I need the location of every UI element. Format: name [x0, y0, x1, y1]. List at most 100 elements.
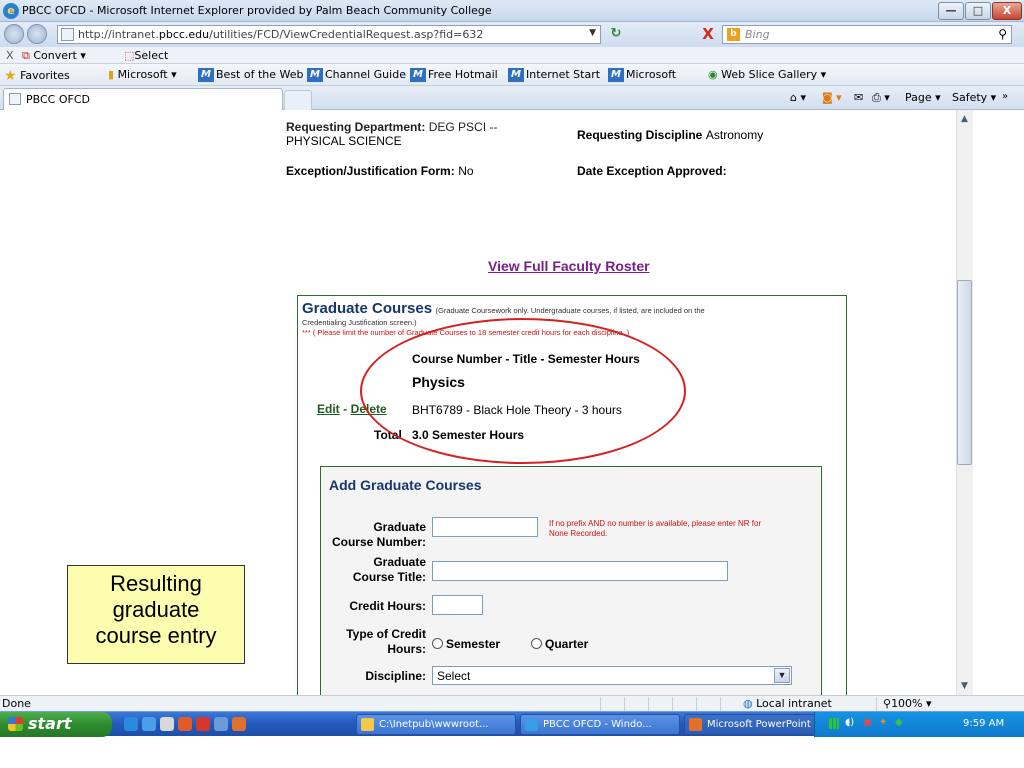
fav-best-of-web[interactable]: M Best of the Web [198, 68, 303, 82]
course-actions: Edit - Delete [317, 402, 387, 416]
course-number-input[interactable] [432, 517, 538, 537]
refresh-icon[interactable]: ↻ [606, 26, 626, 43]
status-cell [624, 697, 648, 711]
exception-form: Exception/Justification Form: No [286, 164, 474, 178]
security-icon[interactable]: ✦ [879, 717, 887, 728]
view-full-roster-link[interactable]: View Full Faculty Roster [488, 258, 650, 274]
fav-web-slice-gallery[interactable]: ◉ Web Slice Gallery ▾ [708, 68, 826, 81]
add-form-title: Add Graduate Courses [329, 477, 482, 493]
page-content: Requesting Department: DEG PSCI -- PHYSI… [0, 110, 956, 695]
print-icon[interactable]: ⎙ ▾ [872, 91, 890, 105]
search-placeholder: Bing [745, 28, 770, 41]
stop-icon[interactable]: X [698, 25, 718, 44]
requesting-department: Requesting Department: DEG PSCI -- PHYSI… [286, 120, 498, 148]
credit-hours-input[interactable] [432, 595, 483, 615]
quicklaunch-desktop-icon[interactable] [160, 717, 174, 731]
semester-radio[interactable] [432, 638, 443, 649]
back-icon[interactable] [4, 24, 24, 44]
window-title: PBCC OFCD - Microsoft Internet Explorer … [22, 4, 492, 17]
search-icon[interactable]: ⚲ [998, 27, 1007, 41]
start-button[interactable]: start [0, 712, 112, 737]
chevron-down-icon[interactable]: ▼ [774, 668, 790, 683]
mail-icon[interactable]: ✉ [854, 91, 863, 104]
taskbar-btn-explorer[interactable]: C:\Inetpub\wwwroot... [356, 714, 516, 735]
close-toolbar-icon[interactable]: X [6, 49, 14, 62]
fav-microsoft[interactable]: ▮ Microsoft ▾ [108, 68, 177, 81]
close-window-button[interactable]: X [992, 2, 1022, 20]
quicklaunch-powerpoint-icon[interactable] [232, 717, 246, 731]
powerpoint-icon [689, 718, 702, 731]
course-title-label: Graduate Course Title: [352, 555, 426, 584]
address-url[interactable]: http://intranet.pbcc.edu/utilities/FCD/V… [78, 28, 483, 41]
scroll-down-icon[interactable]: ▼ [957, 678, 972, 694]
callout-box: Resulting graduate course entry [67, 565, 245, 664]
msn-icon: M [608, 68, 624, 82]
security-zone[interactable]: ◍ Local intranet [720, 697, 854, 711]
taskbar: start C:\Inetpub\wwwroot... PBCC OFCD - … [0, 711, 1024, 768]
scroll-up-icon[interactable]: ▲ [957, 111, 972, 127]
convert-button[interactable]: ⧉ Convert ▾ [22, 49, 86, 63]
discipline-label: Discipline: [365, 669, 426, 683]
delete-link[interactable]: Delete [351, 402, 387, 416]
discipline-select[interactable]: Select ▼ [432, 666, 792, 685]
home-icon[interactable]: ⌂ ▾ [790, 91, 806, 104]
date-exception-approved: Date Exception Approved: [577, 164, 727, 178]
status-cell [672, 697, 696, 711]
more-commands-icon[interactable]: » [1002, 91, 1008, 102]
address-field[interactable]: http://intranet.pbcc.edu/utilities/FCD/V… [57, 25, 601, 44]
favorites-button[interactable]: ★ Favorites [4, 68, 70, 84]
course-title-input[interactable] [432, 561, 728, 581]
ie-logo-icon: e [3, 3, 19, 19]
quicklaunch-app-icon[interactable] [178, 717, 192, 731]
taskbar-strip: start C:\Inetpub\wwwroot... PBCC OFCD - … [0, 711, 1024, 737]
select-button[interactable]: ⬚Select [124, 49, 168, 62]
network-icon[interactable]: ▣ [863, 717, 872, 728]
signal-icon[interactable] [829, 718, 839, 729]
bing-icon: b [727, 28, 740, 41]
status-cell [600, 697, 624, 711]
fav-channel-guide[interactable]: M Channel Guide [307, 68, 406, 82]
credentialing-note: Credentialing Justification screen.) [302, 318, 417, 327]
quicklaunch-outlook-icon[interactable] [196, 717, 210, 731]
maximize-button[interactable]: □ [965, 2, 991, 20]
minimize-button[interactable]: — [938, 2, 964, 20]
fav-microsoft-2[interactable]: M Microsoft [608, 68, 676, 82]
quarter-radio[interactable] [531, 638, 542, 649]
favorites-star-icon: ★ [4, 68, 17, 84]
tab-pbcc-ofcd[interactable]: PBCC OFCD [3, 88, 283, 110]
credit-type-label: Type of Credit Hours: [346, 627, 426, 656]
fav-free-hotmail[interactable]: M Free Hotmail [410, 68, 498, 82]
volume-icon[interactable]: ◖) [845, 717, 854, 728]
page-icon [9, 93, 21, 105]
safety-menu[interactable]: Safety ▾ [952, 91, 996, 104]
convert-toolbar: X ⧉ Convert ▾ ⬚Select [0, 47, 1024, 64]
forward-icon[interactable] [27, 24, 47, 44]
credit-type-quarter[interactable]: Quarter [531, 637, 588, 651]
quicklaunch-calendar-icon[interactable] [214, 717, 228, 731]
total-label: Total [374, 428, 402, 442]
system-tray: ◖) ▣ ✦ ◆ 9:59 AM [814, 712, 1024, 737]
ie-icon [525, 718, 538, 731]
address-dropdown-icon[interactable]: ▼ [589, 28, 596, 38]
page-menu[interactable]: Page ▾ [905, 91, 941, 104]
quicklaunch-browser-icon[interactable] [142, 717, 156, 731]
search-input[interactable]: b Bing ⚲ [722, 25, 1012, 44]
fav-internet-start[interactable]: M Internet Start [508, 68, 600, 82]
course-number-label: Graduate Course Number: [331, 520, 426, 549]
quicklaunch-ie-icon[interactable] [124, 717, 138, 731]
msn-icon: M [508, 68, 524, 82]
folder-icon [361, 718, 374, 731]
edit-link[interactable]: Edit [317, 402, 340, 416]
clock[interactable]: 9:59 AM [963, 718, 1004, 729]
new-tab-button[interactable] [284, 90, 312, 110]
scrollbar-thumb[interactable] [957, 280, 972, 465]
total-value: 3.0 Semester Hours [412, 428, 525, 442]
window-title-bar[interactable]: e PBCC OFCD - Microsoft Internet Explore… [0, 0, 1024, 22]
credit-type-semester[interactable]: Semester [432, 637, 500, 651]
page-margin [973, 110, 1024, 695]
zoom-level[interactable]: ⚲100% ▾ [876, 697, 1016, 711]
feeds-icon[interactable]: ◙ ▾ [822, 91, 842, 104]
update-icon[interactable]: ◆ [895, 717, 903, 728]
taskbar-btn-ie[interactable]: PBCC OFCD - Windo... [520, 714, 680, 735]
globe-icon: ◍ [743, 697, 753, 710]
